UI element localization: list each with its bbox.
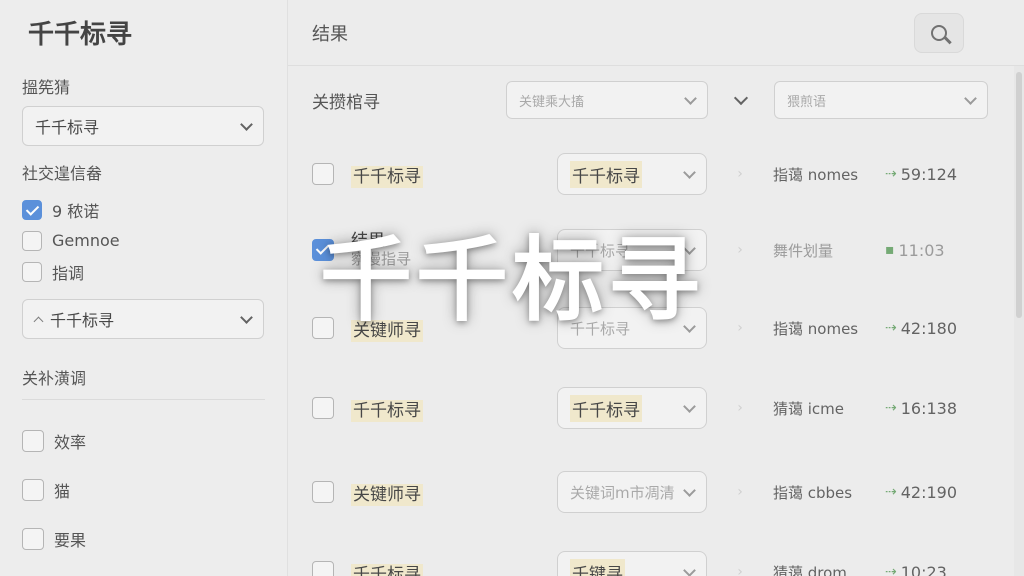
row-name: 千千标寻 [351, 399, 423, 422]
row-checkbox[interactable] [312, 481, 334, 503]
arrow-right-icon: ⇢ [885, 564, 897, 576]
app-title: 千千标寻 [28, 20, 133, 50]
chevron-down-icon [684, 91, 697, 105]
search-button[interactable] [914, 12, 964, 53]
results-header: 结果 [288, 0, 1024, 66]
row-checkbox[interactable] [312, 163, 334, 185]
row-name: 千千标寻 [351, 560, 557, 576]
keyword-dropdown[interactable]: 关键乘大搐 [506, 81, 708, 119]
filter-bar: 关攒棺寻 关键乘大搐 猥煎语 [312, 80, 990, 120]
row-info: 指蔼 cbbes [773, 483, 853, 502]
checkbox-label: 效率 [54, 432, 87, 452]
row-dropdown[interactable]: 关键词m市凋清 [557, 471, 707, 513]
arrow-right-icon: ⇢ [885, 400, 897, 416]
checkbox-item[interactable]: 要果 [22, 514, 265, 563]
row-checkbox[interactable] [312, 561, 334, 576]
row-info: 猜蔼 drom [773, 563, 847, 576]
row-name: 关键师寻 [351, 483, 423, 506]
filter-dropdown[interactable]: 千千标寻 [22, 106, 264, 146]
chevron-down-icon [964, 91, 977, 105]
checkbox-label: 9 秾诺 [52, 201, 100, 221]
keyword-dropdown-placeholder: 关键乘大搐 [519, 94, 585, 110]
checkbox[interactable] [22, 429, 44, 452]
row-info: 指蔼 nomes [773, 165, 859, 184]
chevron-right-icon: › [737, 166, 743, 182]
result-row[interactable]: 千千标寻 千千标寻 › 指蔼 nomes ⇢ 59:124 [312, 152, 992, 196]
filter-section-label: 搵筅猜 [22, 78, 71, 97]
checkbox[interactable] [22, 527, 44, 550]
chevron-right-icon: › [737, 484, 743, 500]
filter-bar-label: 关攒棺寻 [312, 92, 380, 113]
type-dropdown[interactable]: 猥煎语 [774, 81, 988, 119]
chevron-right-icon: › [737, 400, 743, 416]
row-dropdown[interactable]: 千千标寻 [557, 387, 707, 429]
checkbox-checked[interactable] [22, 199, 42, 220]
related-section-label: 关补潢调 [22, 369, 87, 388]
row-time: ⇢ 16:138 [885, 398, 958, 418]
watermark-title: 千千标寻 [319, 227, 704, 334]
checkbox-item[interactable]: 9 秾诺 [22, 194, 265, 225]
filter-dropdown-value: 千千标寻 [35, 118, 100, 137]
checkbox-label: 要果 [54, 530, 87, 550]
row-time: ⇢ 59:124 [885, 164, 958, 184]
row-dropdown[interactable]: 千千标寻 [557, 153, 707, 195]
row-name: 千千标寻 [351, 165, 423, 188]
chevron-down-icon [683, 483, 696, 497]
expand-toggle[interactable] [708, 90, 774, 106]
result-row[interactable]: 千千标寻 千千标寻 › 猜蔼 icme ⇢ 16:138 [312, 386, 992, 430]
chevron-right-icon: › [737, 564, 743, 576]
chevron-down-icon [683, 399, 696, 413]
chevron-down-icon [733, 90, 749, 106]
result-row[interactable]: 关键师寻 关键词m市凋清 › 指蔼 cbbes ⇢ 42:190 [312, 470, 992, 514]
checkbox-item[interactable]: 猫 [22, 465, 265, 514]
row-info: 猜蔼 icme [773, 399, 845, 418]
arrow-right-icon: ⇢ [885, 166, 897, 182]
row-time: ⇢ 42:190 [885, 482, 958, 502]
type-dropdown-placeholder: 猥煎语 [787, 94, 827, 110]
checkbox-list: 效率 猫 要果 [22, 416, 265, 563]
divider [22, 399, 265, 400]
row-checkbox[interactable] [312, 397, 334, 419]
page-title: 结果 [312, 23, 348, 45]
chevron-down-icon [240, 117, 253, 131]
checkbox-item[interactable]: 效率 [22, 416, 265, 465]
chevron-down-icon [683, 563, 696, 576]
arrow-right-icon: ⇢ [885, 484, 897, 500]
result-row[interactable]: 千千标寻 千键寻 › 猜蔼 drom ⇢ 10:23 [312, 550, 992, 576]
checkbox-label: 猫 [54, 481, 71, 501]
row-time: ⇢ 10:23 [885, 563, 947, 576]
social-section-label: 社交遑信畚 [22, 164, 103, 183]
chevron-down-icon [683, 165, 696, 179]
checkbox[interactable] [22, 478, 44, 501]
row-dropdown[interactable]: 千键寻 [557, 551, 707, 576]
search-icon [931, 24, 947, 41]
